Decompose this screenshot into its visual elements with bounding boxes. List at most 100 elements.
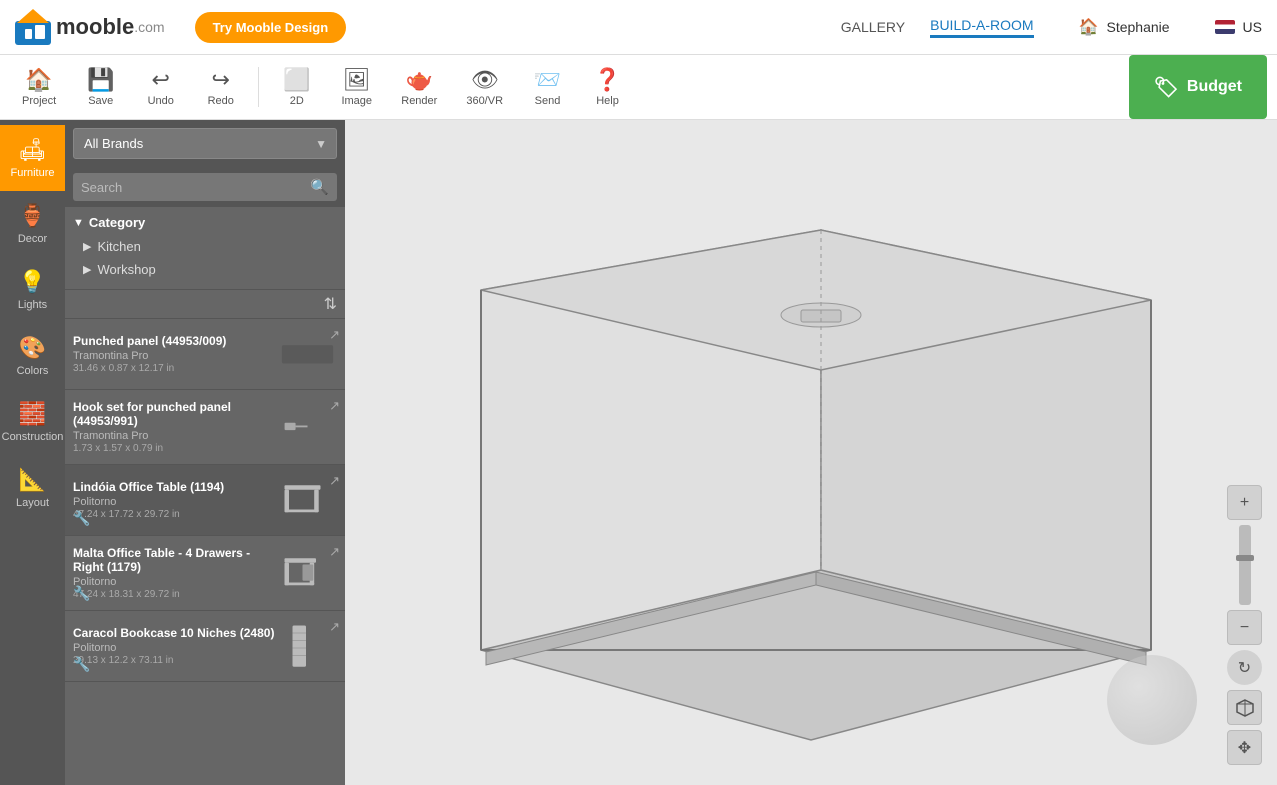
- send-label: Send: [535, 95, 561, 107]
- gallery-link[interactable]: GALLERY: [841, 19, 905, 35]
- sidebar-icons: 🛋 Furniture 🏺 Decor 💡 Lights 🎨 Colors 🧱 …: [0, 120, 65, 785]
- image-button[interactable]: 🖼 Image: [329, 62, 384, 112]
- sidebar-item-colors[interactable]: 🎨 Colors: [0, 323, 65, 389]
- 2d-button[interactable]: ⬜ 2D: [269, 62, 324, 112]
- redo-label: Redo: [208, 95, 234, 107]
- render-label: Render: [401, 95, 437, 107]
- budget-button[interactable]: 🏷 Budget: [1129, 55, 1268, 119]
- vr-label: 360/VR: [466, 95, 503, 107]
- sidebar-item-lights[interactable]: 💡 Lights: [0, 257, 65, 323]
- decor-label: Decor: [18, 233, 47, 245]
- help-button[interactable]: ❓ Help: [580, 62, 635, 112]
- product-arrow-2: ↗: [329, 473, 340, 489]
- product-tool-2[interactable]: 🔧: [73, 510, 90, 527]
- flag-icon: [1215, 20, 1235, 34]
- send-button[interactable]: 📨 Send: [520, 62, 575, 112]
- top-navigation: mooble .com Try Mooble Design GALLERY BU…: [0, 0, 1277, 55]
- product-tool-4[interactable]: 🔧: [73, 656, 90, 673]
- try-mooble-button[interactable]: Try Mooble Design: [195, 12, 347, 43]
- rotate-button[interactable]: ↻: [1227, 650, 1262, 685]
- vr-button[interactable]: 👁 360/VR: [454, 62, 515, 112]
- kitchen-expand-icon: ▶: [83, 240, 91, 253]
- category-title: Category: [89, 215, 145, 230]
- product-image-0: [277, 329, 337, 379]
- category-header[interactable]: ▼ Category: [73, 215, 337, 230]
- lights-icon: 💡: [19, 269, 46, 295]
- sort-bar: ⇅: [65, 289, 345, 319]
- search-icon[interactable]: 🔍: [310, 178, 329, 196]
- lights-label: Lights: [18, 299, 47, 311]
- search-wrap: 🔍: [65, 167, 345, 207]
- sort-icon[interactable]: ⇅: [324, 294, 337, 314]
- product-size-2: 47.24 x 17.72 x 29.72 in: [73, 509, 277, 520]
- 3d-view-button[interactable]: [1227, 690, 1262, 725]
- category-item-kitchen[interactable]: ▶ Kitchen: [73, 235, 337, 258]
- separator-1: [258, 67, 259, 107]
- project-label: Project: [22, 95, 56, 107]
- sidebar-item-decor[interactable]: 🏺 Decor: [0, 191, 65, 257]
- layout-label: Layout: [16, 497, 49, 509]
- image-label: Image: [341, 95, 372, 107]
- logo: mooble .com: [15, 9, 165, 45]
- project-button[interactable]: 🏠 Project: [10, 62, 68, 112]
- category-collapse-icon: ▼: [73, 217, 84, 229]
- sidebar-item-furniture[interactable]: 🛋 Furniture: [0, 125, 65, 191]
- product-item-3[interactable]: Malta Office Table - 4 Drawers - Right (…: [65, 536, 345, 611]
- product-name-4: Caracol Bookcase 10 Niches (2480): [73, 626, 277, 640]
- brand-selector-wrap: All Brands ▼: [65, 120, 345, 167]
- product-size-1: 1.73 x 1.57 x 0.79 in: [73, 443, 277, 454]
- product-item-4[interactable]: Caracol Bookcase 10 Niches (2480) Polito…: [65, 611, 345, 682]
- product-arrow-0: ↗: [329, 327, 340, 343]
- product-brand-4: Politorno: [73, 642, 277, 654]
- furniture-label: Furniture: [10, 167, 54, 179]
- render-button[interactable]: 🫖 Render: [389, 62, 449, 112]
- construction-label: Construction: [2, 431, 64, 443]
- search-input[interactable]: [81, 180, 310, 195]
- product-arrow-1: ↗: [329, 398, 340, 414]
- nav-links: GALLERY BUILD-A-ROOM 🏠 Stephanie US: [841, 17, 1262, 38]
- product-item-0[interactable]: Punched panel (44953/009) Tramontina Pro…: [65, 319, 345, 390]
- product-size-3: 47.24 x 18.31 x 29.72 in: [73, 589, 277, 600]
- country-selector[interactable]: US: [1215, 19, 1262, 35]
- save-label: Save: [88, 95, 113, 107]
- product-tool-3[interactable]: 🔧: [73, 585, 90, 602]
- move-button[interactable]: ✥: [1227, 730, 1262, 765]
- globe-decoration: [1107, 655, 1197, 745]
- product-brand-0: Tramontina Pro: [73, 350, 277, 362]
- budget-label: Budget: [1187, 78, 1242, 96]
- product-brand-2: Politorno: [73, 496, 277, 508]
- product-size-4: 29.13 x 12.2 x 73.11 in: [73, 655, 277, 666]
- render-icon: 🫖: [406, 67, 433, 93]
- product-brand-1: Tramontina Pro: [73, 430, 277, 442]
- undo-button[interactable]: ↩ Undo: [133, 62, 188, 112]
- 3d-cube-icon: [1235, 698, 1255, 718]
- redo-icon: ↪: [212, 67, 230, 93]
- save-button[interactable]: 💾 Save: [73, 62, 128, 112]
- user-menu[interactable]: 🏠 Stephanie: [1079, 17, 1170, 37]
- build-a-room-link[interactable]: BUILD-A-ROOM: [930, 17, 1033, 38]
- product-name-2: Lindóia Office Table (1194): [73, 480, 277, 494]
- country-code: US: [1243, 19, 1262, 35]
- product-brand-3: Politorno: [73, 576, 277, 588]
- workshop-expand-icon: ▶: [83, 263, 91, 276]
- product-item-1[interactable]: Hook set for punched panel (44953/991) T…: [65, 390, 345, 465]
- zoom-thumb: [1236, 555, 1254, 561]
- sidebar-item-layout[interactable]: 📐 Layout: [0, 455, 65, 521]
- zoom-out-button[interactable]: −: [1227, 610, 1262, 645]
- product-item-2[interactable]: Lindóia Office Table (1194) Politorno 47…: [65, 465, 345, 536]
- decor-icon: 🏺: [19, 203, 46, 229]
- sidebar-item-construction[interactable]: 🧱 Construction: [0, 389, 65, 455]
- toolbar: 🏠 Project 💾 Save ↩ Undo ↪ Redo ⬜ 2D 🖼 Im…: [0, 55, 1277, 120]
- redo-button[interactable]: ↪ Redo: [193, 62, 248, 112]
- search-container: 🔍: [73, 173, 337, 201]
- products-list: Punched panel (44953/009) Tramontina Pro…: [65, 319, 345, 785]
- construction-icon: 🧱: [19, 401, 46, 427]
- category-item-workshop[interactable]: ▶ Workshop: [73, 258, 337, 281]
- product-name-3: Malta Office Table - 4 Drawers - Right (…: [73, 546, 277, 574]
- product-info-4: Caracol Bookcase 10 Niches (2480) Polito…: [73, 626, 277, 666]
- brand-select[interactable]: All Brands: [73, 128, 337, 159]
- zoom-slider[interactable]: [1239, 525, 1251, 605]
- image-icon: 🖼: [343, 67, 371, 93]
- zoom-in-button[interactable]: +: [1227, 485, 1262, 520]
- undo-label: Undo: [148, 95, 174, 107]
